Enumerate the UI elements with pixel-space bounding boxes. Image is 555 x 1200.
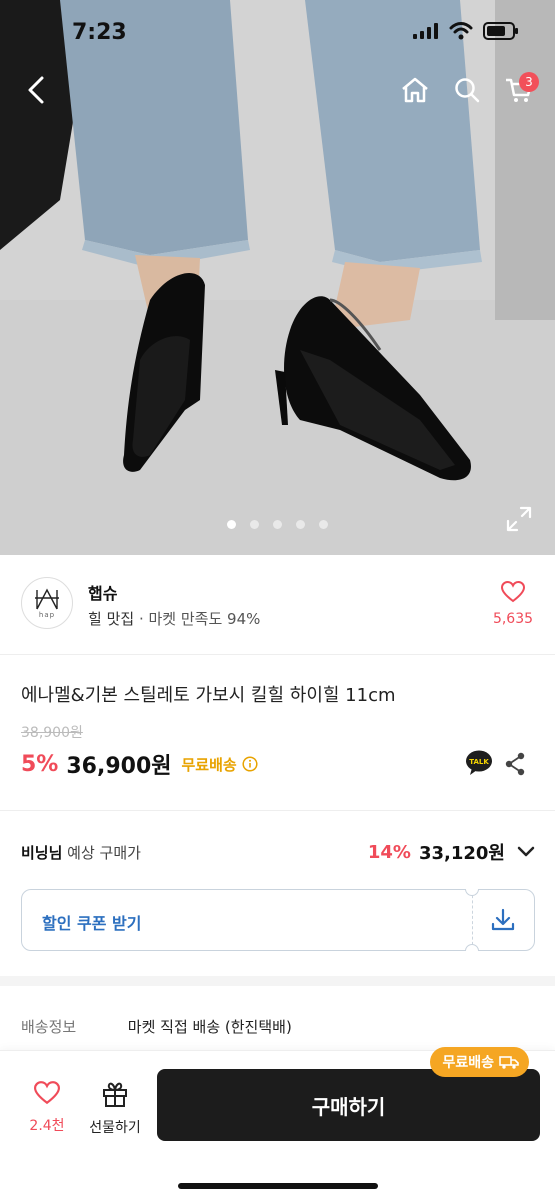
price-row: 5% 36,900원 무료배송: [21, 748, 258, 780]
shipping-info-row: 배송정보 마켓 직접 배송 (한진택배): [21, 1016, 292, 1037]
seller-logo-text: hap: [38, 610, 56, 619]
seller-name[interactable]: 햅슈: [88, 580, 117, 604]
buy-button-label: 구매하기: [311, 1094, 386, 1119]
member-price-label: 비닝님 예상 구매가: [21, 842, 141, 863]
top-navigation: 3: [0, 62, 555, 118]
buy-button[interactable]: 구매하기: [157, 1069, 540, 1141]
heart-icon: [33, 1081, 61, 1105]
free-shipping-tag: 무료배송: [430, 1047, 529, 1077]
free-shipping-label: 무료배송: [181, 755, 237, 774]
info-icon[interactable]: [242, 756, 258, 772]
seller-category: 힐 맛집: [88, 610, 135, 628]
seller-logo[interactable]: hap: [21, 577, 73, 629]
back-icon: [28, 76, 44, 104]
member-name: 비닝님: [21, 844, 63, 862]
battery-icon: [483, 22, 518, 40]
product-like-count: 2.4천: [29, 1118, 65, 1134]
seller-satisfaction: · 마켓 만족도 94%: [138, 610, 261, 628]
signal-icon: [413, 23, 438, 39]
seller-logo-mark: [35, 587, 59, 609]
status-time: 7:23: [72, 20, 127, 45]
chevron-down-icon: [517, 846, 535, 857]
bottom-action-bar: 2.4천 선물하기 구매하기 무료배송: [0, 1047, 555, 1200]
seller-like-button[interactable]: 5,635: [491, 580, 535, 627]
shipping-info-key: 배송정보: [21, 1018, 77, 1036]
coupon-notch: [465, 889, 479, 896]
coupon-download-button[interactable]: 할인 쿠폰 받기: [21, 889, 535, 951]
gallery-dot[interactable]: [227, 520, 236, 529]
status-bar: 7:23: [0, 0, 555, 62]
member-label-text: 예상 구매가: [62, 844, 141, 862]
search-button[interactable]: [445, 68, 489, 112]
seller-meta: 힐 맛집 · 마켓 만족도 94%: [88, 608, 260, 629]
home-indicator: [178, 1183, 378, 1189]
seller-section[interactable]: hap 햅슈 힐 맛집 · 마켓 만족도 94% 5,635: [0, 555, 555, 655]
original-price: 38,900원: [21, 725, 83, 741]
gallery-dot[interactable]: [319, 520, 328, 529]
gallery-dot[interactable]: [273, 520, 282, 529]
share-icon[interactable]: [504, 752, 526, 776]
kakao-talk-icon[interactable]: TALK: [465, 750, 493, 776]
gift-icon: [103, 1082, 127, 1107]
coupon-divider: [472, 890, 473, 950]
gift-button[interactable]: 선물하기: [84, 1081, 146, 1137]
gift-label: 선물하기: [89, 1120, 141, 1136]
seller-like-count: 5,635: [492, 611, 534, 627]
section-separator: [0, 976, 555, 986]
back-button[interactable]: [14, 68, 58, 112]
heart-icon: [500, 580, 526, 603]
shipping-info-value: 마켓 직접 배송 (한진택배): [127, 1018, 292, 1036]
member-price-row: 비닝님 예상 구매가 14% 33,120원: [21, 839, 535, 867]
status-icons: [413, 22, 519, 40]
product-title: 에나멜&기본 스틸레토 가보시 킬힐 하이힐 11cm: [21, 685, 396, 706]
coupon-label: 할인 쿠폰 받기: [42, 914, 142, 933]
download-icon: [491, 908, 515, 931]
member-discount-rate: 14%: [367, 841, 411, 863]
discount-rate: 5%: [21, 751, 59, 777]
home-button[interactable]: [393, 68, 437, 112]
product-like-button[interactable]: 2.4천: [22, 1081, 72, 1135]
free-shipping-tag-label: 무료배송: [442, 1055, 494, 1071]
gallery-dot[interactable]: [296, 520, 305, 529]
wifi-icon: [449, 22, 473, 40]
member-expected-price: 33,120원: [418, 843, 505, 864]
sale-price: 36,900원: [66, 754, 172, 779]
coupon-notch: [465, 944, 479, 951]
product-image-gallery[interactable]: 7:23 3: [0, 0, 555, 555]
svg-text:TALK: TALK: [469, 758, 489, 766]
expand-icon[interactable]: [505, 505, 533, 533]
gallery-dot[interactable]: [250, 520, 259, 529]
home-icon: [402, 77, 428, 103]
truck-icon: [499, 1056, 519, 1069]
cart-count-badge: 3: [519, 72, 539, 92]
cart-button[interactable]: 3: [497, 68, 541, 112]
member-price-toggle[interactable]: 14% 33,120원: [368, 839, 535, 865]
section-divider: [0, 810, 555, 811]
gallery-pagination: [0, 520, 555, 529]
search-icon: [455, 78, 480, 103]
